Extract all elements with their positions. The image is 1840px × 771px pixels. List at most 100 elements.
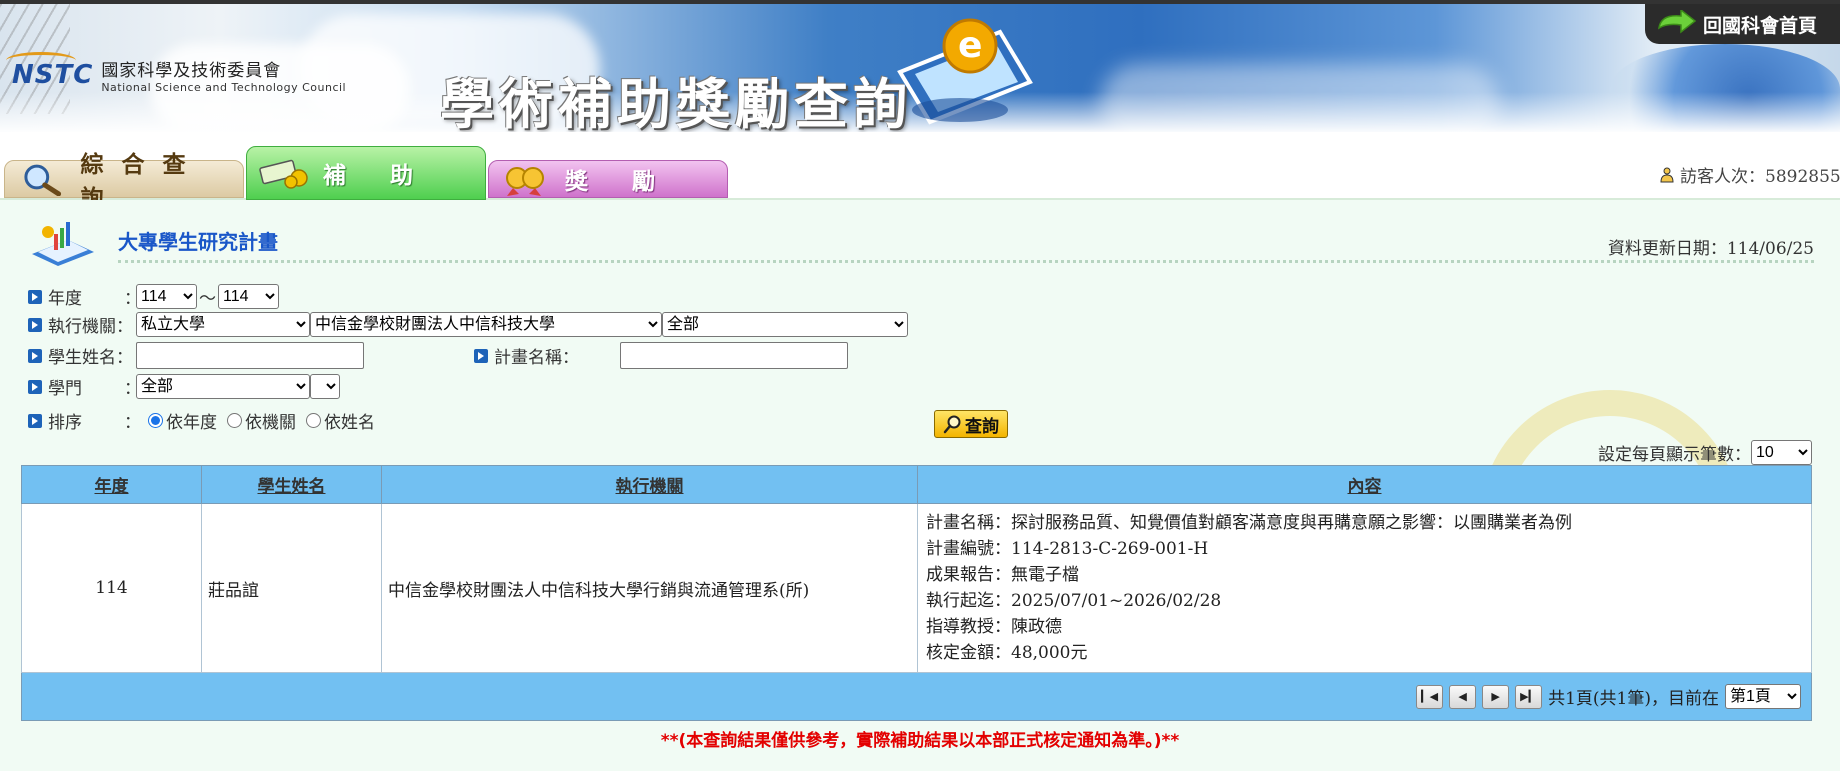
pager-row: ▎◀ ◀ ▶ ▶▎ 共1頁(共1筆)，目前在 第1頁 [21, 672, 1812, 721]
field-label: 學門 [48, 379, 82, 399]
disclaimer: **(本查詢結果僅供參考，實際補助結果以本部正式核定通知為準。)** [660, 731, 1180, 751]
content-project-name: 計畫名稱：探討服務品質、知覺價值對顧客滿意度與再購意願之影響：以團購業者為例 [926, 513, 1572, 533]
content-period: 執行起迄：2025/07/01~2026/02/28 [926, 591, 1222, 611]
site-title: 學術補助獎勵查詢 [440, 73, 912, 132]
radio-unchecked[interactable] [306, 413, 321, 428]
sort-by-org-label: 依機關 [245, 413, 296, 433]
first-page-icon[interactable]: ▎◀ [1416, 684, 1444, 709]
home-link[interactable]: 回國科會首頁 [1645, 4, 1840, 44]
nstc-logo[interactable]: NSTC 國家科學及技術委員會 National Science and Tec… [5, 52, 346, 94]
person-icon [1660, 167, 1674, 182]
tab-general-search[interactable]: 綜合查詢 [4, 152, 244, 212]
content-amount: 核定金額：48,000元 [926, 643, 1088, 663]
search-button[interactable]: 查詢 [934, 410, 1008, 438]
pagination: ▎◀ ◀ ▶ ▶▎ 共1頁(共1筆)，目前在 第1頁 [22, 684, 1811, 709]
section-divider [118, 260, 1814, 263]
per-page-label: 設定每頁顯示筆數： [1598, 445, 1751, 465]
section-title: 大專學生研究計畫 [118, 230, 278, 254]
results-table: 年度 學生姓名 執行機關 內容 114 莊品誼 中信金學校財團法人中信科技大學行… [21, 465, 1812, 721]
cell-org: 中信金學校財團法人中信科技大學行銷與流通管理系(所) [381, 503, 918, 673]
column-header-year[interactable]: 年度 [21, 465, 202, 504]
year-to-select[interactable]: 114 [218, 284, 279, 309]
sort-by-year-label: 依年度 [166, 413, 217, 433]
student-name-label: 學生姓名： [48, 348, 133, 368]
table-header-row: 年度 學生姓名 執行機關 內容 [21, 465, 1812, 504]
last-page-icon[interactable]: ▶▎ [1515, 684, 1543, 709]
sort-by-name-radio[interactable]: 依姓名 [306, 408, 375, 433]
per-page-select[interactable]: 10 [1751, 440, 1812, 465]
bullet-arrow-icon [28, 379, 42, 394]
bullet-arrow-icon [28, 289, 42, 304]
year-tilde: ～ [199, 289, 216, 309]
money-icon [259, 159, 308, 189]
column-header-org[interactable]: 執行機關 [381, 465, 918, 504]
per-page-setting: 設定每頁顯示筆數： 10 [1598, 440, 1812, 465]
svg-text:e: e [958, 25, 982, 66]
content-report: 成果報告：無電子檔 [926, 565, 1079, 585]
field-colon: ： [124, 379, 141, 399]
medal-icon [506, 167, 544, 196]
content-advisor: 指導教授：陳政德 [926, 617, 1062, 637]
column-header-student[interactable]: 學生姓名 [201, 465, 382, 504]
cell-content: 計畫名稱：探討服務品質、知覺價值對顧客滿意度與再購意願之影響：以團購業者為例 計… [917, 503, 1812, 673]
year-from-select[interactable]: 114 [136, 284, 197, 309]
e-monitor-icon: e [897, 18, 1033, 125]
logo-english-name: National Science and Technology Council [101, 81, 347, 94]
prev-page-icon[interactable]: ◀ [1449, 684, 1477, 709]
tab-subsidy-label: 補 助 [323, 163, 432, 189]
org-name-select[interactable]: 中信金學校財團法人中信科技大學 [310, 312, 662, 337]
field-select[interactable]: 全部 [136, 374, 310, 399]
org-dept-select[interactable]: 全部 [662, 312, 908, 337]
tab-award-label: 獎 勵 [565, 169, 674, 195]
visitor-count: 訪客人次：5892855 [1680, 167, 1840, 187]
tab-bar: 綜合查詢 補 助 獎 勵 訪客人次：5892855 [0, 132, 1840, 212]
radio-unchecked[interactable] [227, 413, 242, 428]
bullet-arrow-icon [474, 348, 488, 363]
pager-cell: ▎◀ ◀ ▶ ▶▎ 共1頁(共1筆)，目前在 第1頁 [21, 672, 1812, 721]
project-name-label: 計畫名稱： [494, 348, 579, 368]
magnifier-icon [24, 164, 62, 196]
tab-subsidy[interactable]: 補 助 [246, 146, 486, 200]
sort-by-name-label: 依姓名 [324, 413, 375, 433]
year-label: 年度 [48, 289, 82, 309]
field-row: 學門 ： 全部 [28, 374, 340, 399]
sort-by-year-radio[interactable]: 依年度 [148, 408, 217, 433]
bullet-arrow-icon [28, 348, 42, 363]
home-arrow-icon [1658, 10, 1697, 34]
sort-row: 排序 ： 依年度 依機關 依姓名 [28, 408, 385, 433]
project-name-input[interactable] [620, 342, 848, 369]
name-row: 學生姓名： 計畫名稱： [28, 342, 848, 369]
home-link-label: 回國科會首頁 [1703, 14, 1818, 37]
tab-award[interactable]: 獎 勵 [488, 160, 728, 198]
org-label: 執行機關： [48, 317, 133, 337]
site-header: NSTC 國家科學及技術委員會 National Science and Tec… [0, 4, 1840, 132]
logo-text: 國家科學及技術委員會 National Science and Technolo… [101, 56, 346, 94]
search-icon [943, 415, 961, 434]
table-row: 114 莊品誼 中信金學校財團法人中信科技大學行銷與流通管理系(所) 計畫名稱：… [21, 503, 1812, 673]
year-row: 年度 ： 114 ～ 114 [28, 284, 279, 309]
next-page-icon[interactable]: ▶ [1482, 684, 1510, 709]
year-colon: ： [124, 289, 141, 309]
field-sub-select[interactable] [310, 374, 340, 399]
pager-summary: 共1頁(共1筆)，目前在 [1548, 689, 1719, 709]
visitor-counter: 訪客人次：5892855 [1660, 162, 1840, 187]
cell-year: 114 [21, 503, 202, 673]
logo-mark: NSTC [5, 52, 94, 90]
radio-checked[interactable] [148, 413, 163, 428]
org-row: 執行機關： 私立大學 中信金學校財團法人中信科技大學 全部 [28, 312, 908, 337]
bullet-arrow-icon [28, 413, 42, 428]
section-header: 大專學生研究計畫 資料更新日期：114/06/25 [28, 218, 1814, 270]
column-header-content[interactable]: 內容 [917, 465, 1812, 504]
sort-by-org-radio[interactable]: 依機關 [227, 408, 296, 433]
sort-colon: ： [124, 413, 141, 433]
bullet-arrow-icon [28, 317, 42, 332]
page-select[interactable]: 第1頁 [1725, 684, 1801, 709]
student-name-input[interactable] [136, 342, 364, 369]
cell-student-name: 莊品誼 [201, 503, 382, 673]
sort-label: 排序 [48, 413, 82, 433]
main-content: 大專學生研究計畫 資料更新日期：114/06/25 年度 ： 114 ～ 114… [0, 200, 1840, 771]
org-type-select[interactable]: 私立大學 [136, 312, 310, 337]
update-date: 資料更新日期：114/06/25 [1607, 239, 1814, 259]
search-button-label: 查詢 [965, 416, 999, 437]
content-project-number: 計畫編號：114-2813-C-269-001-H [926, 539, 1209, 559]
